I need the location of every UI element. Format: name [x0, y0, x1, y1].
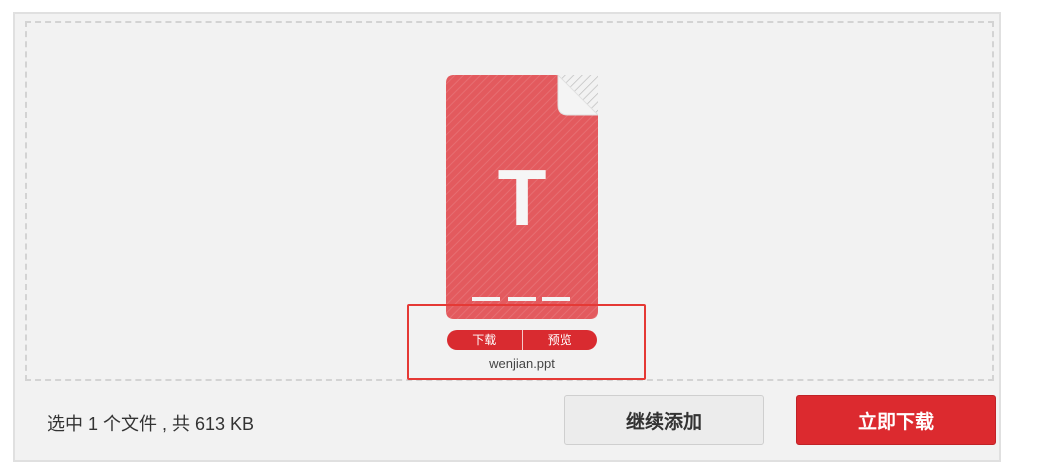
upload-panel: T 下载 预览 wenjian.ppt 选中 1 个文件 , 共 613 KB …	[13, 12, 1001, 462]
file-type-letter: T	[498, 153, 547, 242]
selection-summary: 选中 1 个文件 , 共 613 KB	[47, 414, 255, 434]
continue-adding-button[interactable]: 继续添加	[564, 395, 764, 445]
highlight-annotation	[407, 304, 646, 380]
download-now-button[interactable]: 立即下载	[796, 395, 996, 445]
ppt-file-icon: T	[446, 75, 598, 319]
file-dropzone[interactable]: T 下载 预览 wenjian.ppt	[25, 21, 994, 381]
